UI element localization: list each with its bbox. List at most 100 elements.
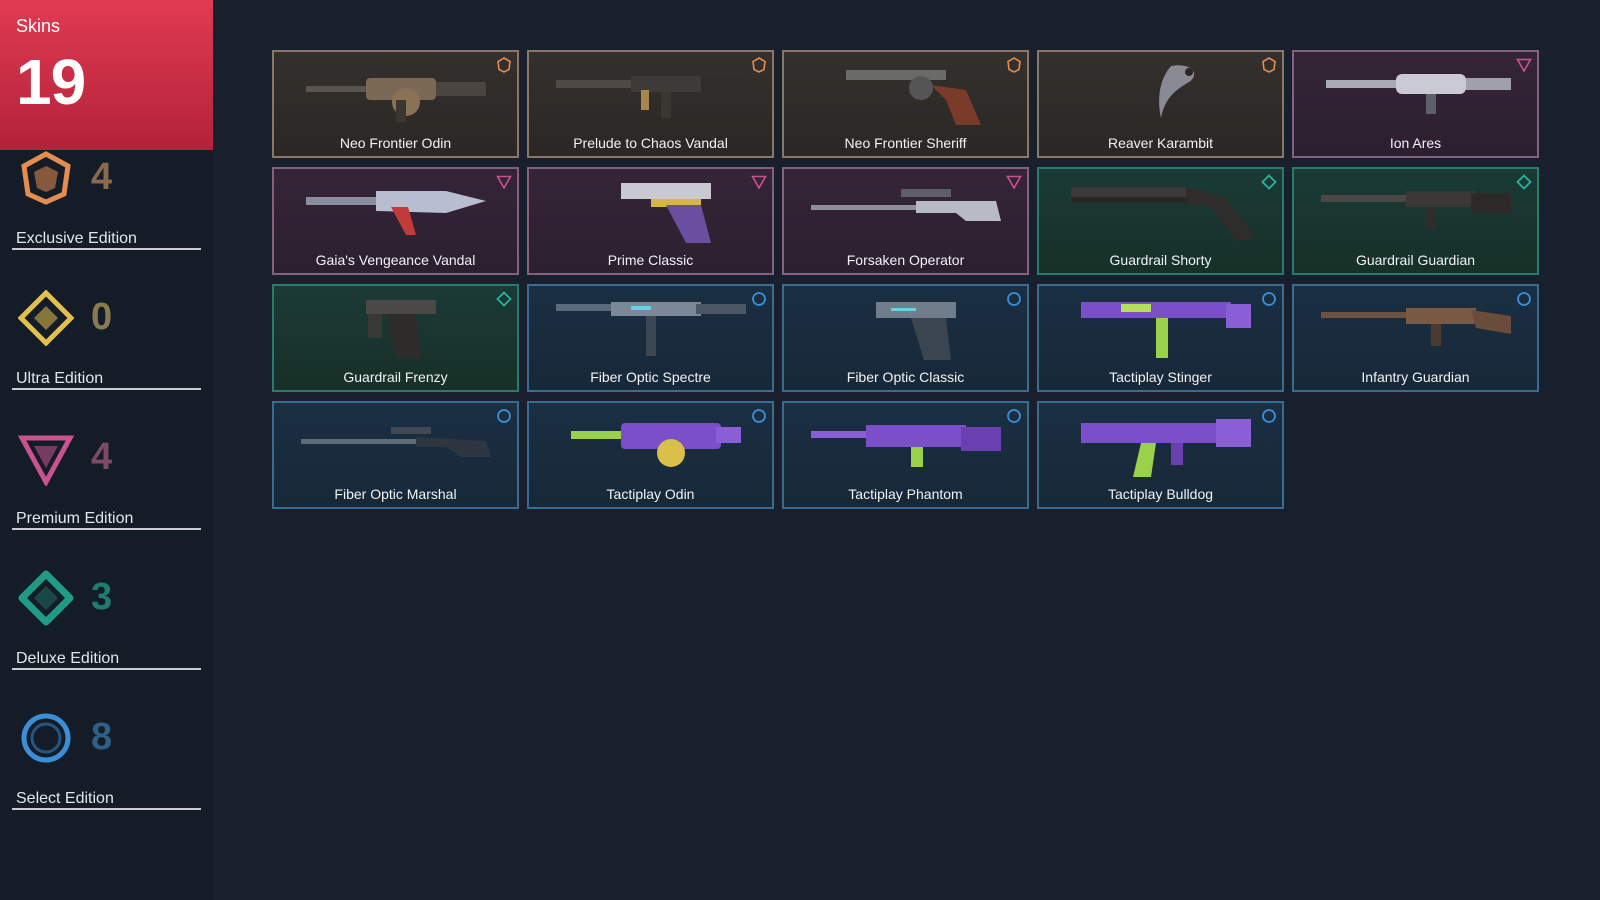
exclusive-edition-icon: [1261, 57, 1277, 73]
skin-name: Tactiplay Stinger: [1109, 369, 1212, 385]
skin-card[interactable]: Ion Ares: [1292, 50, 1539, 158]
skin-name: Fiber Optic Spectre: [590, 369, 711, 385]
skin-card[interactable]: Infantry Guardian: [1292, 284, 1539, 392]
karambit-icon: [1061, 60, 1261, 130]
pistol-icon: [551, 177, 751, 247]
tier-deluxe[interactable]: 3 Deluxe Edition: [12, 570, 201, 670]
deluxe-edition-icon: [18, 570, 74, 626]
skin-name: Tactiplay Bulldog: [1107, 486, 1214, 502]
skin-card[interactable]: Gaia's Vengeance Vandal: [272, 167, 519, 275]
tier-name: Select Edition: [16, 790, 114, 807]
select-edition-icon: [1006, 408, 1022, 424]
skin-card[interactable]: Forsaken Operator: [782, 167, 1029, 275]
select-edition-icon: [1006, 291, 1022, 307]
tier-count: 0: [91, 296, 113, 338]
select-edition-icon: [1261, 291, 1277, 307]
skin-card[interactable]: Tactiplay Phantom: [782, 401, 1029, 509]
premium-edition-icon: [496, 174, 512, 190]
exclusive-edition-icon: [751, 57, 767, 73]
rifle-icon: [296, 177, 496, 247]
skin-name: Prelude to Chaos Vandal: [573, 135, 728, 151]
heavy-machine-gun-icon: [551, 411, 751, 481]
ultra-edition-icon: [17, 289, 75, 347]
skin-name: Prime Classic: [607, 252, 694, 268]
tier-ultra[interactable]: 0 Ultra Edition: [12, 289, 201, 390]
sniper-rifle-icon: [806, 177, 1006, 247]
skin-card[interactable]: Tactiplay Stinger: [1037, 284, 1284, 392]
tier-select[interactable]: 8 Select Edition: [12, 710, 201, 810]
skin-name: Infantry Guardian: [1361, 369, 1470, 385]
skin-name: Guardrail Shorty: [1109, 252, 1212, 268]
select-edition-icon: [1516, 291, 1532, 307]
skin-card[interactable]: Fiber Optic Classic: [782, 284, 1029, 392]
skin-card[interactable]: Tactiplay Bulldog: [1037, 401, 1284, 509]
skin-card[interactable]: Guardrail Shorty: [1037, 167, 1284, 275]
skin-name: Reaver Karambit: [1107, 135, 1214, 151]
tier-sidebar: Skins 19 4 Exclusive Edition 0 Ultra Edi…: [0, 0, 213, 900]
tier-name: Ultra Edition: [16, 370, 104, 387]
rifle-icon: [806, 411, 1006, 481]
skin-name: Tactiplay Phantom: [848, 486, 963, 502]
sniper-rifle-icon: [296, 411, 496, 481]
skin-name: Fiber Optic Classic: [846, 369, 965, 385]
smg-icon: [551, 294, 751, 364]
skin-card[interactable]: Tactiplay Odin: [527, 401, 774, 509]
skins-total-panel: Skins 19: [0, 0, 213, 150]
premium-edition-icon: [1006, 174, 1022, 190]
skin-card[interactable]: Fiber Optic Spectre: [527, 284, 774, 392]
skin-name: Fiber Optic Marshal: [334, 486, 457, 502]
skin-card[interactable]: Fiber Optic Marshal: [272, 401, 519, 509]
skin-card[interactable]: Guardrail Guardian: [1292, 167, 1539, 275]
rifle-icon: [1061, 411, 1261, 481]
select-edition-icon: [18, 710, 74, 766]
skin-card[interactable]: Reaver Karambit: [1037, 50, 1284, 158]
exclusive-edition-icon: [1006, 57, 1022, 73]
pistol-icon: [806, 294, 1006, 364]
select-edition-icon: [1261, 408, 1277, 424]
select-edition-icon: [751, 291, 767, 307]
skin-card[interactable]: Prime Classic: [527, 167, 774, 275]
machine-gun-icon: [1316, 60, 1516, 130]
tier-name: Exclusive Edition: [16, 230, 137, 247]
skin-name: Neo Frontier Sheriff: [844, 135, 967, 151]
skin-name: Ion Ares: [1389, 135, 1442, 151]
skin-name: Neo Frontier Odin: [339, 135, 452, 151]
deluxe-edition-icon: [1516, 174, 1532, 190]
tier-count: 3: [91, 576, 113, 618]
machine-pistol-icon: [296, 294, 496, 364]
tier-name: Deluxe Edition: [16, 650, 120, 667]
rifle-icon: [1316, 177, 1516, 247]
skins-label: Skins: [16, 16, 61, 36]
deluxe-edition-icon: [1261, 174, 1277, 190]
skins-total-count: 19: [16, 46, 86, 118]
tier-count: 4: [91, 436, 113, 478]
tier-name: Premium Edition: [16, 510, 134, 527]
tier-exclusive[interactable]: 4 Exclusive Edition: [12, 150, 201, 250]
skin-name: Guardrail Frenzy: [343, 369, 448, 385]
skin-card[interactable]: Neo Frontier Odin: [272, 50, 519, 158]
premium-edition-icon: [751, 174, 767, 190]
revolver-icon: [806, 60, 1006, 130]
exclusive-edition-icon: [18, 150, 74, 206]
heavy-machine-gun-icon: [296, 60, 496, 130]
select-edition-icon: [496, 408, 512, 424]
rifle-icon: [1316, 294, 1516, 364]
shotgun-icon: [1061, 177, 1261, 247]
tier-premium[interactable]: 4 Premium Edition: [12, 430, 201, 530]
tier-count: 4: [91, 156, 113, 198]
skin-name: Gaia's Vengeance Vandal: [315, 252, 476, 268]
premium-edition-icon: [17, 430, 75, 488]
deluxe-edition-icon: [496, 291, 512, 307]
skin-name: Guardrail Guardian: [1355, 252, 1476, 268]
smg-icon: [1061, 294, 1261, 364]
rifle-icon: [551, 60, 751, 130]
skin-card[interactable]: Guardrail Frenzy: [272, 284, 519, 392]
skin-card[interactable]: Neo Frontier Sheriff: [782, 50, 1029, 158]
skin-name: Tactiplay Odin: [606, 486, 695, 502]
skin-card[interactable]: Prelude to Chaos Vandal: [527, 50, 774, 158]
skin-name: Forsaken Operator: [846, 252, 965, 268]
premium-edition-icon: [1516, 57, 1532, 73]
tier-count: 8: [91, 716, 113, 758]
select-edition-icon: [751, 408, 767, 424]
exclusive-edition-icon: [496, 57, 512, 73]
